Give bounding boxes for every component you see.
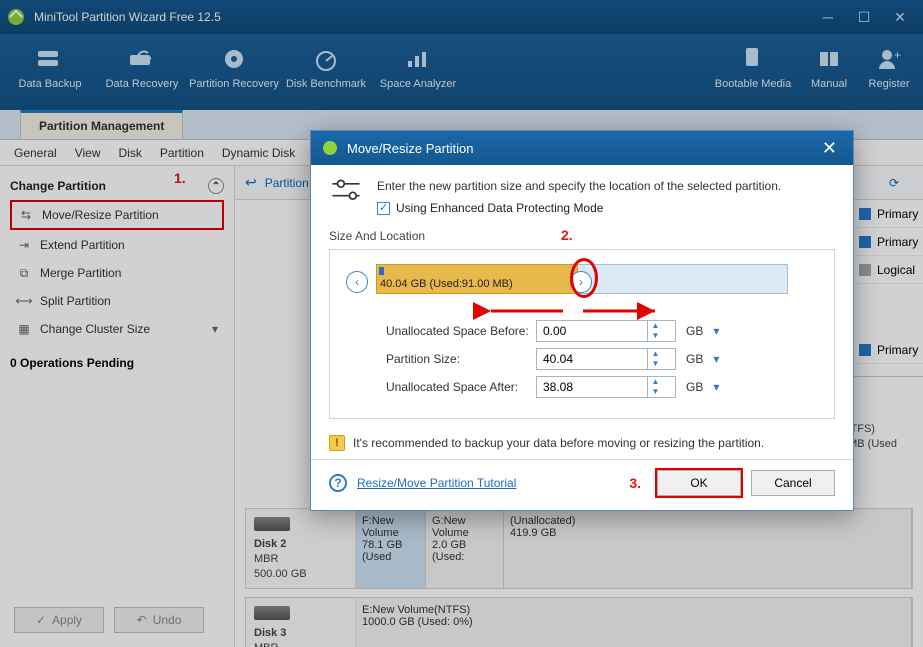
main-toolbar: Data Backup Data Recovery Partition Reco…	[0, 34, 923, 110]
sidebar-item-cluster[interactable]: ▦ Change Cluster Size ▾	[10, 316, 224, 342]
sidebar-item-move-resize[interactable]: ⇆ Move/Resize Partition	[10, 200, 224, 230]
apply-button[interactable]: ✓Apply	[14, 607, 104, 633]
callout-2: 2.	[561, 227, 573, 243]
size-input[interactable]: ▲▼	[536, 348, 676, 370]
menu-dynamic-disk[interactable]: Dynamic Disk	[222, 146, 295, 160]
tool-space-analyzer[interactable]: Space Analyzer	[372, 40, 464, 110]
menu-view[interactable]: View	[75, 146, 101, 160]
sidebar-section-header[interactable]: Change Partition ⌃	[10, 178, 224, 194]
refresh-icon[interactable]: ⟳	[889, 176, 899, 190]
undo-icon: ↶	[137, 613, 147, 627]
sidebar-item-merge[interactable]: ⧉ Merge Partition	[10, 260, 224, 286]
warning-icon: !	[329, 435, 345, 451]
sidebar-item-split[interactable]: ⟷ Split Partition	[10, 288, 224, 314]
titlebar: MiniTool Partition Wizard Free 12.5 ─ ☐ …	[0, 0, 923, 34]
chevron-down-icon: ▾	[212, 322, 218, 336]
menu-disk[interactable]: Disk	[119, 146, 142, 160]
app-logo	[6, 7, 26, 27]
spin-down-icon[interactable]: ▼	[648, 331, 663, 341]
dialog-titlebar: Move/Resize Partition ✕	[311, 131, 853, 165]
grid-icon: ▦	[16, 321, 32, 337]
window-title: MiniTool Partition Wizard Free 12.5	[34, 10, 221, 24]
svg-text:+: +	[894, 48, 901, 62]
sliders-icon	[329, 177, 363, 205]
back-label: Partition	[265, 176, 309, 190]
tool-data-backup[interactable]: Data Backup	[4, 40, 96, 110]
after-label: Unallocated Space After:	[346, 380, 536, 394]
help-icon[interactable]: ?	[329, 474, 347, 492]
enhanced-mode-label: Using Enhanced Data Protecting Mode	[396, 199, 603, 217]
merge-icon: ⧉	[16, 265, 32, 281]
extend-icon: ⇥	[16, 237, 32, 253]
sidebar: 1. Change Partition ⌃ ⇆ Move/Resize Part…	[0, 166, 235, 647]
move-resize-dialog: Move/Resize Partition ✕ Enter the new pa…	[310, 130, 854, 511]
partition-slider[interactable]: 40.04 GB (Used:91.00 MB)	[376, 262, 788, 302]
ok-button[interactable]: OK	[657, 470, 741, 496]
tool-register[interactable]: +Register	[859, 40, 919, 110]
size-location-label: Size And Location	[329, 229, 425, 243]
unit-dropdown[interactable]: ▾	[713, 352, 719, 366]
tab-partition-management[interactable]: Partition Management	[20, 110, 183, 139]
callout-circle	[570, 258, 598, 298]
tutorial-link[interactable]: Resize/Move Partition Tutorial	[357, 476, 516, 490]
dialog-close-button[interactable]: ✕	[816, 136, 843, 161]
size-label: Partition Size:	[346, 352, 536, 366]
disk-icon	[254, 606, 290, 620]
spin-up-icon[interactable]: ▲	[648, 321, 663, 331]
close-button[interactable]: ✕	[883, 5, 917, 29]
spin-down-icon[interactable]: ▼	[648, 387, 663, 397]
sliders-icon: ⇆	[18, 207, 34, 223]
enhanced-mode-checkbox[interactable]: ✓	[377, 202, 390, 215]
spin-up-icon[interactable]: ▲	[648, 377, 663, 387]
maximize-button[interactable]: ☐	[847, 5, 881, 29]
cancel-button[interactable]: Cancel	[751, 470, 835, 496]
disk-card-2[interactable]: Disk 2 MBR 500.00 GB F:New Volume78.1 GB…	[245, 508, 913, 589]
before-input[interactable]: ▲▼	[536, 320, 676, 342]
callout-1: 1.	[174, 170, 186, 186]
window-controls: ─ ☐ ✕	[811, 5, 917, 29]
split-icon: ⟷	[16, 293, 32, 309]
check-icon: ✓	[36, 613, 46, 627]
back-icon[interactable]: ↩	[245, 174, 257, 191]
undo-button[interactable]: ↶Undo	[114, 607, 204, 633]
before-label: Unallocated Space Before:	[346, 324, 536, 338]
operations-pending: 0 Operations Pending	[10, 356, 224, 370]
spin-up-icon[interactable]: ▲	[648, 349, 663, 359]
tool-manual[interactable]: Manual	[799, 40, 859, 110]
spin-down-icon[interactable]: ▼	[648, 359, 663, 369]
unit-dropdown[interactable]: ▾	[713, 380, 719, 394]
tool-disk-benchmark[interactable]: Disk Benchmark	[280, 40, 372, 110]
slider-left-handle[interactable]: ‹	[346, 271, 368, 293]
after-input[interactable]: ▲▼	[536, 376, 676, 398]
dialog-title: Move/Resize Partition	[347, 141, 473, 156]
disk-card-3[interactable]: Disk 3 MBR 1000.00 GB E:New Volume(NTFS)…	[245, 597, 913, 647]
warning-text: It's recommended to backup your data bef…	[353, 436, 764, 450]
callout-3: 3.	[629, 475, 641, 491]
tool-data-recovery[interactable]: Data Recovery	[96, 40, 188, 110]
menu-partition[interactable]: Partition	[160, 146, 204, 160]
sidebar-item-extend[interactable]: ⇥ Extend Partition	[10, 232, 224, 258]
menu-general[interactable]: General	[14, 146, 57, 160]
tool-partition-recovery[interactable]: Partition Recovery	[188, 40, 280, 110]
unit-dropdown[interactable]: ▾	[713, 324, 719, 338]
chevron-up-icon: ⌃	[208, 178, 224, 194]
minimize-button[interactable]: ─	[811, 5, 845, 29]
app-logo	[321, 139, 339, 157]
disk-icon	[254, 517, 290, 531]
tool-bootable-media[interactable]: Bootable Media	[707, 40, 799, 110]
slider-bar-label: 40.04 GB (Used:91.00 MB)	[380, 278, 513, 290]
dialog-intro: Enter the new partition size and specify…	[377, 177, 835, 195]
